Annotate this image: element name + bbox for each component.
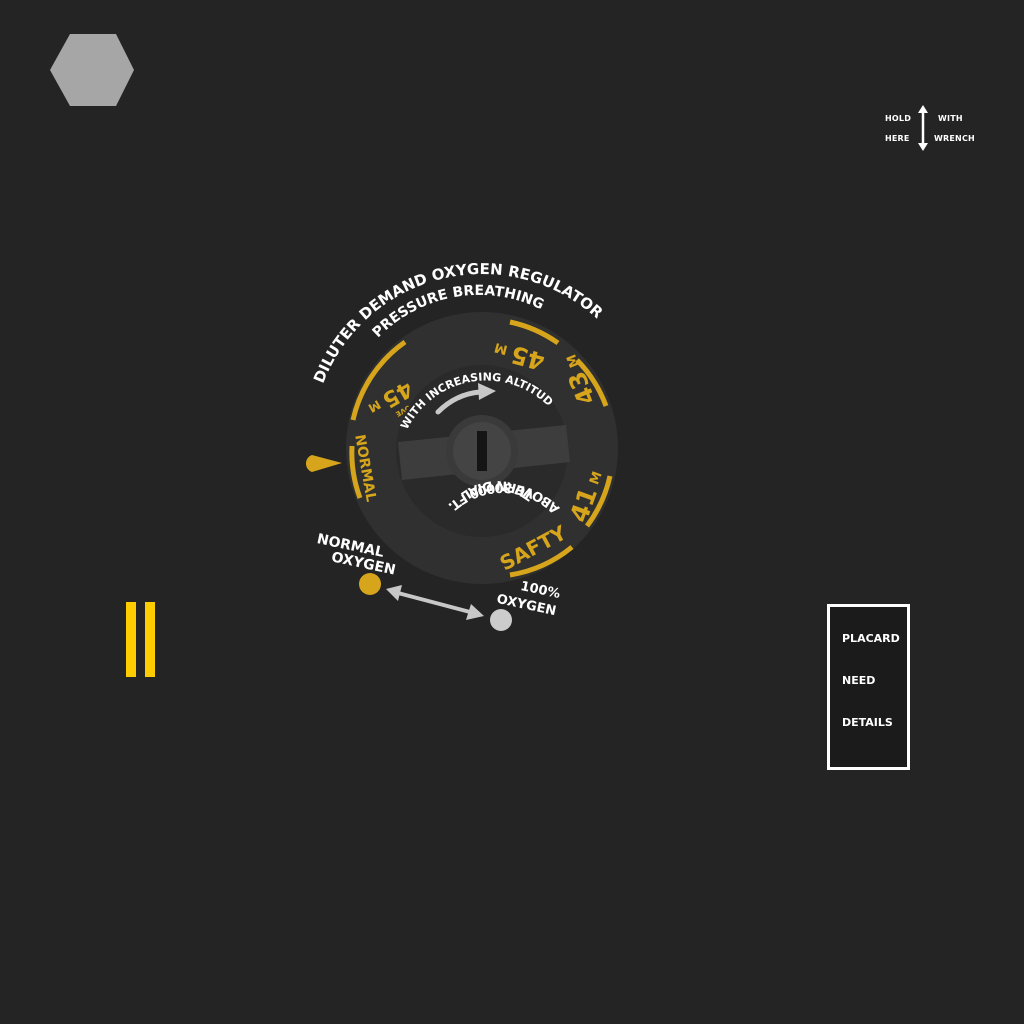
pause-icon xyxy=(126,602,136,677)
placard-line-2: NEED xyxy=(842,674,876,687)
pause-icon-bar xyxy=(145,602,155,677)
dial-pointer-icon xyxy=(305,455,342,472)
pause-button[interactable] xyxy=(120,598,162,682)
double-arrow-icon xyxy=(386,585,484,620)
full-oxygen-knob[interactable] xyxy=(490,609,512,631)
normal-oxygen-knob[interactable] xyxy=(359,573,381,595)
placard-line-3: DETAILS xyxy=(842,716,893,729)
oxygen-regulator: DILUTER DEMAND OXYGEN REGULATOR PRESSURE… xyxy=(0,0,618,631)
placard-box: PLACARD NEED DETAILS xyxy=(827,604,910,770)
placard-line-1: PLACARD xyxy=(842,632,900,645)
